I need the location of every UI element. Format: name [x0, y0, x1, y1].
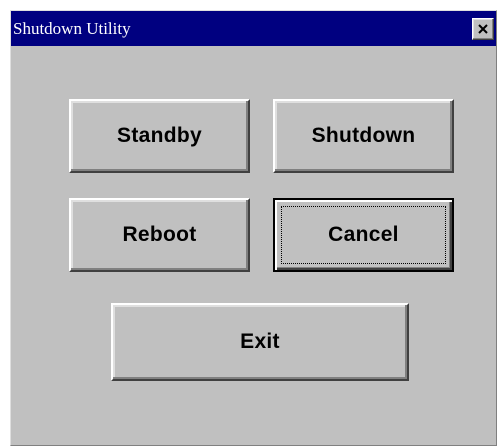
standby-button-label: Standby — [117, 124, 202, 147]
standby-button[interactable]: Standby — [69, 99, 250, 173]
shutdown-button-label: Shutdown — [311, 124, 416, 147]
exit-button-label: Exit — [240, 330, 280, 353]
reboot-button[interactable]: Reboot — [69, 198, 250, 272]
window-title: Shutdown Utility — [13, 19, 131, 38]
cancel-button[interactable]: Cancel — [273, 198, 454, 272]
close-icon — [478, 24, 488, 34]
title-bar[interactable]: Shutdown Utility — [11, 11, 496, 46]
close-button[interactable] — [472, 18, 494, 40]
cancel-button-label: Cancel — [328, 223, 399, 246]
exit-button[interactable]: Exit — [111, 303, 409, 381]
reboot-button-label: Reboot — [122, 223, 197, 246]
shutdown-utility-window: Shutdown Utility Standby Shutdown Reboot… — [10, 10, 497, 446]
shutdown-button[interactable]: Shutdown — [273, 99, 454, 173]
